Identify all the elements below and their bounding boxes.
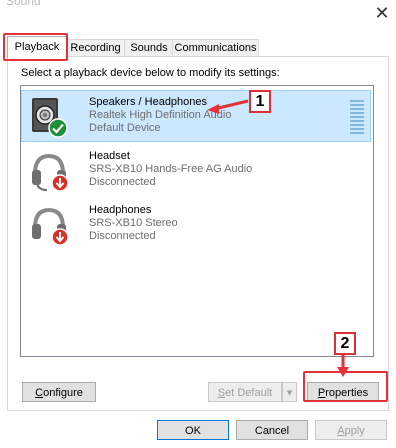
default-check-icon bbox=[48, 118, 68, 138]
device-status: Disconnected bbox=[89, 176, 156, 188]
device-list[interactable]: Speakers / Headphones Realtek High Defin… bbox=[20, 85, 374, 357]
ok-button[interactable]: OK bbox=[157, 420, 229, 440]
device-headset[interactable]: Headset SRS-XB10 Hands-Free AG Audio Dis… bbox=[21, 144, 371, 196]
volume-level-meter bbox=[350, 100, 364, 138]
device-driver: SRS-XB10 Hands-Free AG Audio bbox=[89, 163, 253, 175]
close-button[interactable]: ✕ bbox=[372, 3, 392, 23]
disconnected-arrow-icon bbox=[51, 174, 69, 192]
configure-label: Configure bbox=[35, 387, 83, 399]
device-name: Speakers / Headphones bbox=[89, 96, 208, 108]
device-status: Disconnected bbox=[89, 230, 156, 242]
step-2-callout: 2 bbox=[334, 332, 356, 355]
window-title: Sound bbox=[6, 0, 41, 8]
device-driver: Realtek High Definition Audio bbox=[89, 109, 232, 121]
tab-sounds[interactable]: Sounds bbox=[124, 39, 174, 57]
instruction-text: Select a playback device below to modify… bbox=[21, 67, 280, 79]
playback-panel: Select a playback device below to modify… bbox=[7, 56, 389, 411]
set-default-button[interactable]: Set Default bbox=[208, 382, 282, 402]
cancel-button[interactable]: Cancel bbox=[236, 420, 308, 440]
tab-communications[interactable]: Communications bbox=[172, 39, 259, 57]
tab-playback[interactable]: Playback bbox=[7, 36, 67, 58]
set-default-dropdown[interactable]: ▾ bbox=[282, 382, 297, 402]
configure-button[interactable]: Configure bbox=[22, 382, 96, 402]
step-1-callout: 1 bbox=[249, 90, 271, 113]
device-name: Headphones bbox=[89, 204, 152, 216]
device-headphones[interactable]: Headphones SRS-XB10 Stereo Disconnected bbox=[21, 198, 371, 250]
disconnected-arrow-icon bbox=[51, 228, 69, 246]
title-bar: Sound ✕ bbox=[0, 0, 396, 30]
apply-button[interactable]: Apply bbox=[315, 420, 387, 440]
properties-button[interactable]: Properties bbox=[307, 382, 379, 402]
device-driver: SRS-XB10 Stereo bbox=[89, 217, 178, 229]
device-status: Default Device bbox=[89, 122, 161, 134]
device-speakers-headphones[interactable]: Speakers / Headphones Realtek High Defin… bbox=[21, 90, 371, 142]
device-name: Headset bbox=[89, 150, 130, 162]
tab-recording[interactable]: Recording bbox=[65, 39, 126, 57]
